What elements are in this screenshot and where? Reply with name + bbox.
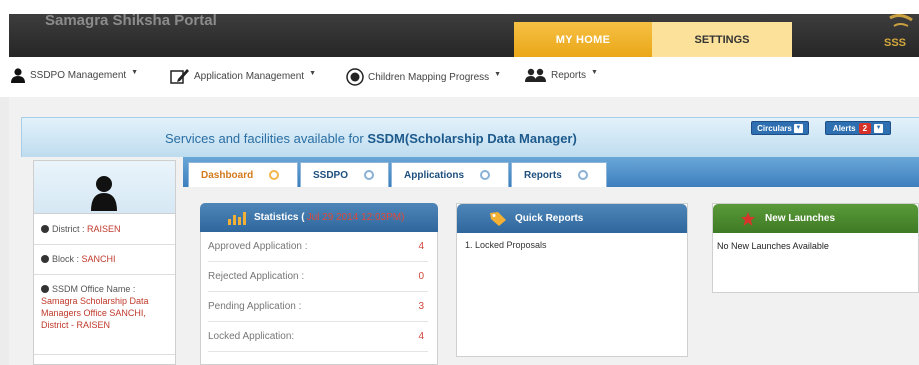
tab-settings[interactable]: SETTINGS: [652, 22, 792, 57]
quick-reports-widget: Quick Reports 1. Locked Proposals: [456, 203, 688, 357]
new-launches-widget: New Launches No New Launches Available: [712, 203, 919, 293]
close-tab-icon[interactable]: [577, 170, 588, 180]
location-icon: [41, 225, 49, 233]
info-icon: [41, 255, 49, 263]
banner-title: Services and facilities available for SS…: [165, 131, 577, 146]
edit-icon: [170, 69, 189, 84]
role-name: SSDM(Scholarship Data Manager): [367, 131, 577, 146]
tab-reports[interactable]: Reports: [511, 162, 607, 187]
chevron-down-icon: ▼: [874, 123, 884, 133]
statistics-date: Jul 29 2014 12:03PM): [306, 212, 405, 223]
alerts-count-badge: 2: [858, 122, 872, 134]
circulars-button[interactable]: Circulars ▼: [751, 121, 809, 135]
star-icon: [741, 211, 755, 226]
portal-title: Samagra Shiksha Portal: [45, 12, 217, 29]
new-launches-header: New Launches: [713, 204, 918, 233]
menu-ssdpo-management[interactable]: SSDPO Management ▼: [10, 68, 138, 83]
user-icon: [11, 68, 25, 83]
stat-approved[interactable]: Approved Application :4: [208, 232, 428, 262]
logo-text: SSS: [884, 37, 906, 49]
avatar: [34, 161, 175, 214]
no-launches-message: No New Launches Available: [717, 241, 829, 251]
dashboard-tabs: Dashboard SSDPO Applications Reports: [183, 157, 919, 187]
menu-label: Reports: [551, 70, 587, 81]
district-info: District : RAISEN: [34, 215, 175, 245]
statistics-header: Statistics ( Jul 29 2014 12:03PM): [200, 203, 438, 232]
top-header: Samagra Shiksha Portal MY HOME SETTINGS …: [9, 12, 919, 57]
menu-label: SSDPO Management: [30, 70, 127, 81]
stat-rejected[interactable]: Rejected Application :0: [208, 262, 428, 292]
menu-reports[interactable]: Reports ▼: [525, 68, 598, 83]
locked-proposals-link[interactable]: 1. Locked Proposals: [465, 240, 547, 250]
menu-children-mapping[interactable]: Children Mapping Progress ▼: [346, 68, 501, 86]
dashboard-content: Statistics ( Jul 29 2014 12:03PM) Approv…: [183, 187, 919, 365]
statistics-widget: Statistics ( Jul 29 2014 12:03PM) Approv…: [200, 203, 438, 365]
alerts-button[interactable]: Alerts 2 ▼: [825, 121, 891, 135]
chevron-down-icon: ▼: [793, 123, 803, 133]
users-icon: [525, 68, 546, 82]
close-tab-icon[interactable]: [480, 170, 491, 180]
tab-ssdpo[interactable]: SSDPO: [300, 162, 389, 187]
main-menu: SSDPO Management ▼ Application Managemen…: [0, 57, 919, 95]
caret-down-icon: ▼: [309, 69, 317, 77]
caret-down-icon: ▼: [591, 69, 598, 76]
stat-locked[interactable]: Locked Application: 4: [208, 322, 428, 352]
tab-applications[interactable]: Applications: [391, 162, 509, 187]
menu-label: Application Management: [194, 70, 305, 82]
user-avatar-icon: [91, 176, 117, 211]
menu-application-management[interactable]: Application Management ▼: [170, 68, 316, 84]
profile-panel: District : RAISEN Block : SANCHI SSDM Of…: [33, 160, 176, 365]
caret-down-icon: ▼: [494, 70, 502, 78]
bar-chart-icon: [228, 211, 246, 225]
tab-my-home[interactable]: MY HOME: [514, 22, 652, 57]
office-info: SSDM Office Name : Samagra Scholarship D…: [34, 275, 175, 355]
caret-down-icon: ▼: [131, 69, 139, 76]
close-tab-icon[interactable]: [364, 170, 375, 180]
services-banner: Services and facilities available for SS…: [21, 117, 919, 157]
quick-reports-header: Quick Reports: [457, 204, 687, 233]
menu-label: Children Mapping Progress: [368, 71, 490, 83]
office-name: Samagra Scholarship Data Managers Office…: [41, 296, 149, 330]
tab-dashboard[interactable]: Dashboard: [188, 162, 298, 187]
stat-pending[interactable]: Pending Application :3: [208, 292, 428, 322]
block-info: Block : SANCHI: [34, 245, 175, 275]
target-icon: [346, 68, 364, 86]
portal-logo: SSS: [884, 14, 913, 49]
info-icon: [41, 285, 49, 293]
close-tab-icon[interactable]: [269, 170, 280, 180]
tag-icon: [490, 211, 506, 226]
